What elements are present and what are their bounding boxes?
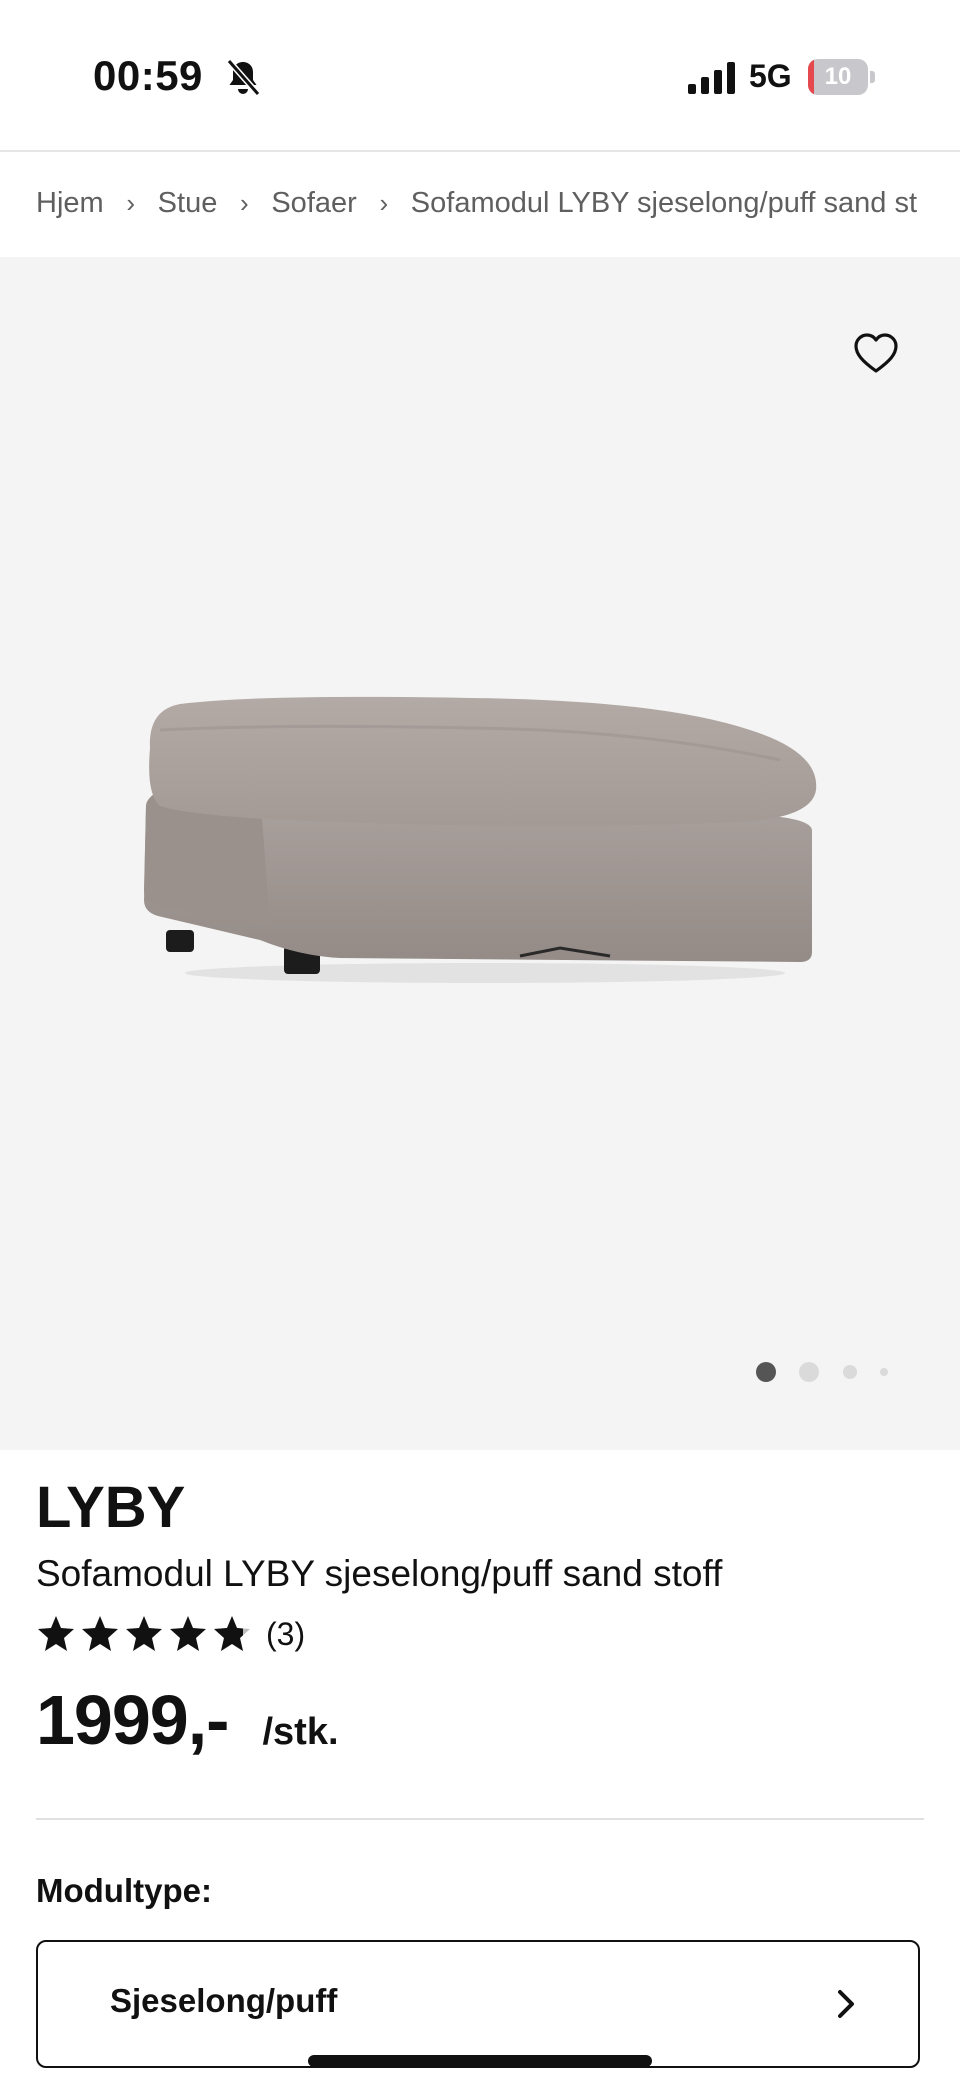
divider xyxy=(36,1818,924,1820)
network-type: 5G xyxy=(749,58,792,94)
module-type-value: Sjeselong/puff xyxy=(110,1982,338,2019)
breadcrumb-home[interactable]: Hjem xyxy=(36,187,104,220)
carousel-pagination[interactable] xyxy=(752,1360,902,1384)
breadcrumb: Hjem › Stue › Sofaer › Sofamodul LYBY sj… xyxy=(36,150,926,256)
module-type-selector[interactable]: Sjeselong/puff xyxy=(36,1940,920,2068)
product-title: Sofamodul LYBY sjeselong/puff sand stoff xyxy=(36,1553,723,1594)
chevron-right-icon: › xyxy=(240,187,249,218)
product-price: 1999,- xyxy=(36,1681,229,1759)
star-rating xyxy=(36,1614,252,1654)
product-image xyxy=(144,696,817,983)
star-icon xyxy=(38,1616,74,1651)
star-icon xyxy=(126,1616,162,1651)
chevron-right-icon: › xyxy=(126,187,135,218)
star-icon xyxy=(170,1616,206,1651)
breadcrumb-sofaer[interactable]: Sofaer xyxy=(271,187,356,220)
star-icon xyxy=(82,1616,118,1651)
heart-icon[interactable] xyxy=(852,330,900,378)
battery-icon: 10 xyxy=(808,59,876,95)
status-time: 00:59 xyxy=(93,52,203,99)
status-bar: 00:59 5G 10 xyxy=(0,0,960,152)
star-partial-icon xyxy=(214,1616,250,1651)
breadcrumb-stue[interactable]: Stue xyxy=(158,187,218,220)
price-row: 1999,- /stk. xyxy=(36,1680,339,1760)
chevron-right-icon: › xyxy=(379,187,389,218)
breadcrumb-current: Sofamodul LYBY sjeselong/puff sand st xyxy=(410,186,918,219)
home-indicator[interactable] xyxy=(308,2055,652,2067)
price-unit: /stk. xyxy=(262,1711,339,1753)
module-type-label: Modultype: xyxy=(36,1872,212,1909)
product-brand: LYBY xyxy=(36,1475,186,1540)
bell-off-icon xyxy=(226,59,261,96)
review-count[interactable]: (3) xyxy=(266,1616,305,1653)
chevron-right-icon xyxy=(838,1990,854,2018)
cellular-signal-icon xyxy=(688,62,735,94)
product-rating[interactable]: (3) xyxy=(36,1612,305,1656)
battery-percent: 10 xyxy=(824,63,852,90)
